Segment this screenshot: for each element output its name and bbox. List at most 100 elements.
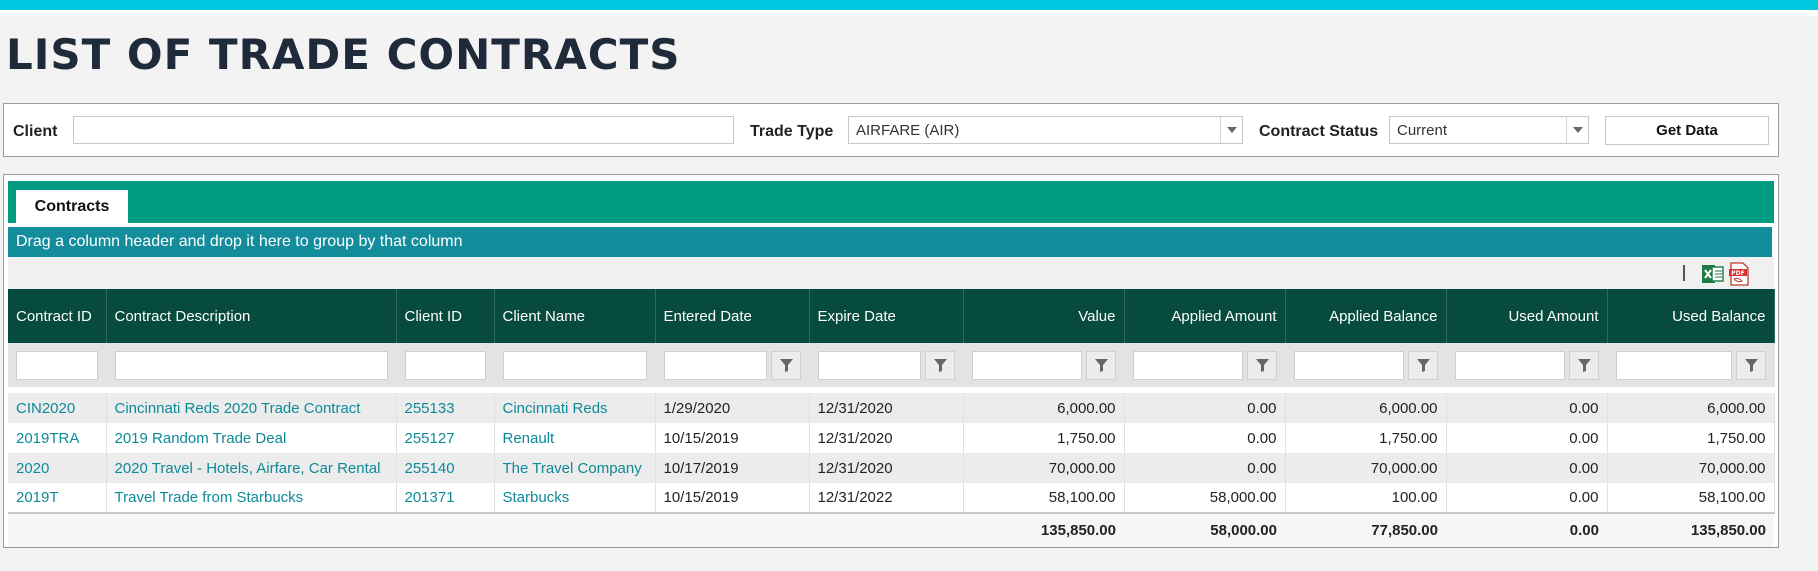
pdf-export-icon[interactable]: PDF [1728,262,1750,286]
column-filter-input[interactable] [404,350,486,380]
cell-entered-date: 1/29/2020 [655,393,810,423]
trade-type-dropdown[interactable]: AIRFARE (AIR) [848,116,1243,144]
cell-client-id[interactable]: 255140 [396,453,495,483]
filter-cell [1285,343,1447,387]
cell-applied-balance: 6,000.00 [1285,393,1447,423]
chevron-down-icon[interactable] [1566,117,1588,143]
group-by-panel[interactable]: Drag a column header and drop it here to… [8,227,1772,257]
table-row[interactable]: CIN2020 Cincinnati Reds 2020 Trade Contra… [8,393,1775,423]
cell-applied-amount: 58,000.00 [1124,483,1286,513]
table-row[interactable]: 2019TRA 2019 Random Trade Deal 255127 Renau… [8,423,1775,453]
filter-funnel-icon[interactable] [770,350,801,380]
toolbar-separator [1683,265,1685,281]
total-applied-balance: 77,850.00 [1285,512,1446,547]
cell-used-balance: 70,000.00 [1607,453,1775,483]
cell-contract-description[interactable]: 2020 Travel - Hotels, Airfare, Car Renta… [106,453,397,483]
filter-cell [963,343,1125,387]
contract-status-value: Current [1397,122,1448,139]
cell-applied-balance: 70,000.00 [1285,453,1447,483]
page-title: LIST OF TRADE CONTRACTS [6,30,681,79]
column-header-contract-id[interactable]: Contract ID [8,289,107,343]
cell-contract-description[interactable]: Travel Trade from Starbucks [106,483,397,513]
column-header-expire-date[interactable]: Expire Date [809,289,964,343]
column-header-value[interactable]: Value [963,289,1125,343]
cell-used-balance: 6,000.00 [1607,393,1775,423]
filter-cell-wrap [114,350,388,380]
total-used-balance: 135,850.00 [1607,512,1774,547]
cell-client-name[interactable]: Renault [494,423,656,453]
column-filter-input[interactable] [1615,350,1732,380]
filter-funnel-icon[interactable] [1568,350,1599,380]
cell-expire-date: 12/31/2022 [809,483,964,513]
tab-contracts[interactable]: Contracts [16,190,128,223]
grid-body: CIN2020 Cincinnati Reds 2020 Trade Contra… [8,387,1775,513]
get-data-button[interactable]: Get Data [1605,116,1769,145]
cell-expire-date: 12/31/2020 [809,393,964,423]
filter-funnel-icon[interactable] [924,350,955,380]
cell-client-id[interactable]: 255127 [396,423,495,453]
cell-client-id[interactable]: 201371 [396,483,495,513]
filter-cell-wrap [404,350,486,380]
cell-applied-amount: 0.00 [1124,453,1286,483]
chevron-down-icon[interactable] [1220,117,1242,143]
filter-cell [396,343,495,387]
column-filter-input[interactable] [663,350,767,380]
contract-status-dropdown[interactable]: Current [1389,116,1589,144]
cell-client-id[interactable]: 255133 [396,393,495,423]
column-header-applied-amount[interactable]: Applied Amount [1124,289,1286,343]
filter-cell-wrap [16,350,98,380]
column-filter-input[interactable] [502,350,647,380]
client-input[interactable] [73,116,734,144]
filter-cell-wrap [502,350,647,380]
cell-used-amount: 0.00 [1446,423,1608,453]
table-row[interactable]: 2020 2020 Travel - Hotels, Airfare, Car R… [8,453,1775,483]
column-header-entered-date[interactable]: Entered Date [655,289,810,343]
cell-contract-id[interactable]: 2019T [8,483,107,513]
table-row[interactable]: 2019T Travel Trade from Starbucks 201371 St… [8,483,1775,513]
column-header-client-id[interactable]: Client ID [396,289,495,343]
cell-contract-description[interactable]: Cincinnati Reds 2020 Trade Contract [106,393,397,423]
cell-contract-description[interactable]: 2019 Random Trade Deal [106,423,397,453]
column-header-used-balance[interactable]: Used Balance [1607,289,1775,343]
column-filter-input[interactable] [817,350,921,380]
grid-toolbar: PDF [8,257,1774,293]
filter-cell [1607,343,1775,387]
excel-export-icon[interactable] [1702,264,1724,284]
cell-applied-amount: 0.00 [1124,423,1286,453]
filter-funnel-icon[interactable] [1085,350,1116,380]
top-accent-line [0,10,1818,16]
column-header-contract-description[interactable]: Contract Description [106,289,397,343]
totals-row: 135,850.00 58,000.00 77,850.00 0.00 135,… [8,512,1774,547]
contract-status-label: Contract Status [1259,123,1379,140]
filter-cell [655,343,810,387]
tabstrip: Contracts [8,181,1774,223]
total-used-amount: 0.00 [1446,512,1607,547]
column-header-client-name[interactable]: Client Name [494,289,656,343]
total-value: 135,850.00 [963,512,1124,547]
cell-value: 1,750.00 [963,423,1125,453]
column-header-used-amount[interactable]: Used Amount [1446,289,1608,343]
cell-contract-id[interactable]: 2020 [8,453,107,483]
filter-cell-wrap [663,350,801,380]
filter-cell-wrap [1454,350,1599,380]
cell-client-name[interactable]: Cincinnati Reds [494,393,656,423]
cell-contract-id[interactable]: CIN2020 [8,393,107,423]
cell-client-name[interactable]: The Travel Company [494,453,656,483]
column-filter-input[interactable] [971,350,1082,380]
column-filter-input[interactable] [1293,350,1404,380]
column-filter-input[interactable] [16,350,98,380]
cell-used-balance: 58,100.00 [1607,483,1775,513]
filter-cell-wrap [971,350,1116,380]
trade-type-label: Trade Type [750,123,834,140]
filter-funnel-icon[interactable] [1407,350,1438,380]
filter-cell-wrap [817,350,955,380]
column-filter-input[interactable] [1454,350,1565,380]
filter-funnel-icon[interactable] [1246,350,1277,380]
column-filter-input[interactable] [1132,350,1243,380]
column-filter-input[interactable] [114,350,388,380]
cell-contract-id[interactable]: 2019TRA [8,423,107,453]
cell-used-amount: 0.00 [1446,483,1608,513]
cell-client-name[interactable]: Starbucks [494,483,656,513]
column-header-applied-balance[interactable]: Applied Balance [1285,289,1447,343]
filter-funnel-icon[interactable] [1735,350,1766,380]
